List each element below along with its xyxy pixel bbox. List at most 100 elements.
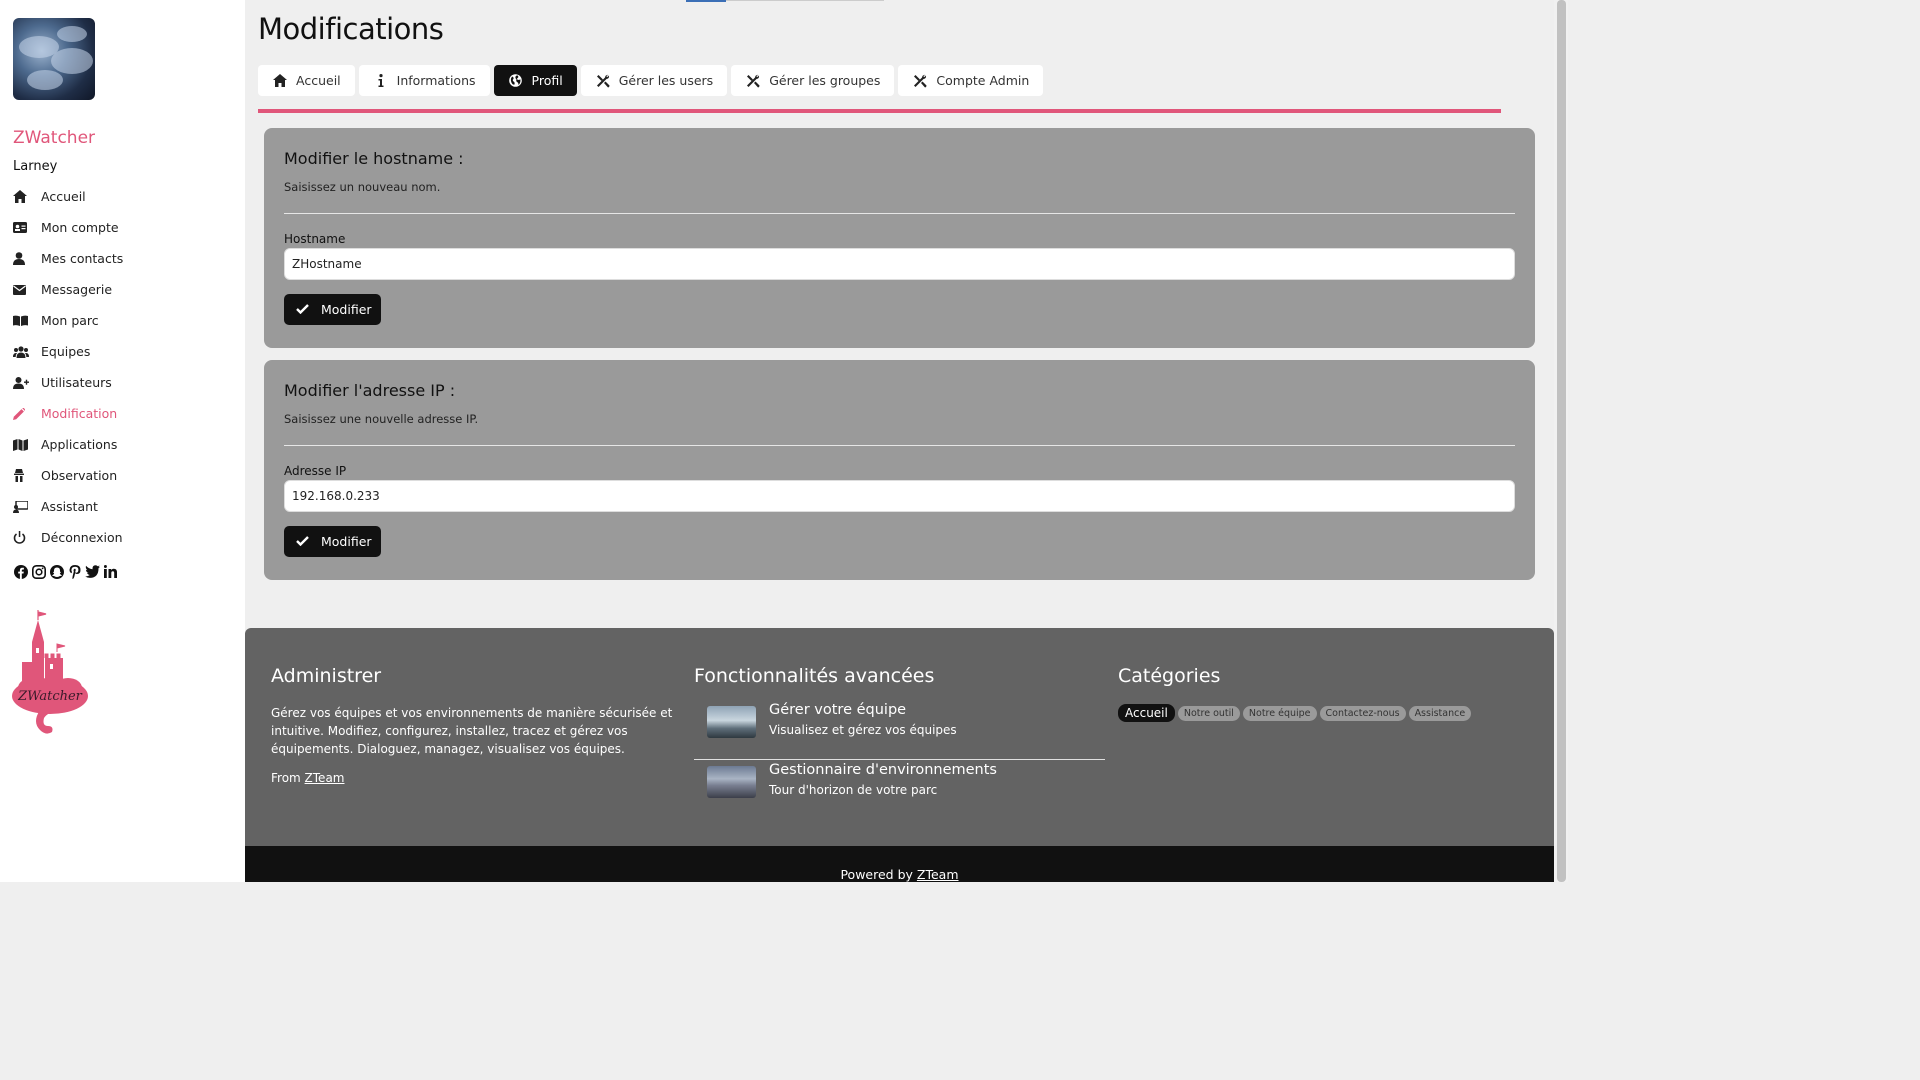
brand-name[interactable]: ZWatcher (13, 128, 95, 148)
id-card-icon (13, 222, 41, 233)
sidebar-item-mes-contacts[interactable]: Mes contacts (13, 243, 233, 274)
username: Larney (13, 159, 58, 174)
facebook-icon[interactable] (13, 564, 28, 579)
sidebar-item-label: Déconnexion (41, 530, 123, 545)
zwatcher-logo: ZWatcher (10, 610, 90, 740)
sidebar-nav: Accueil Mon compte Mes contacts Messager… (13, 181, 233, 553)
tab-label: Accueil (296, 73, 341, 88)
powered-by-bar: Powered by ZTeam (245, 846, 1554, 882)
tab-underline (258, 109, 1501, 113)
user-icon (13, 252, 41, 265)
divider (284, 213, 1515, 214)
footer-zteam-link[interactable]: ZTeam (305, 771, 345, 785)
ip-card-subtitle: Saisissez une nouvelle adresse IP. (284, 412, 479, 426)
sidebar-item-label: Observation (41, 468, 118, 483)
home-icon (13, 190, 41, 203)
tab-profil[interactable]: Profil (493, 65, 577, 96)
divider (284, 445, 1515, 446)
avatar[interactable] (13, 18, 95, 100)
tab-gerer-groupes[interactable]: Gérer les groupes (731, 65, 895, 96)
map-icon (13, 438, 41, 451)
footer-admin-description: Gérez vos équipes et vos environnements … (271, 706, 673, 756)
button-label: Modifier (321, 534, 372, 549)
category-badge[interactable]: Notre outil (1177, 705, 1240, 721)
category-badges: Accueil Notre outil Notre équipe Contact… (1118, 704, 1472, 722)
linkedin-icon[interactable] (103, 564, 118, 579)
social-links (13, 564, 118, 579)
ip-card: Modifier l'adresse IP : Saisissez une no… (264, 360, 1535, 580)
tab-label: Gérer les users (618, 73, 714, 88)
sidebar-item-label: Mes contacts (41, 251, 124, 266)
tab-informations[interactable]: Informations (358, 65, 490, 96)
assistant-icon (13, 500, 41, 513)
sidebar-item-utilisateurs[interactable]: Utilisateurs (13, 367, 233, 398)
category-badge[interactable]: Assistance (1408, 705, 1472, 721)
from-prefix: From (271, 771, 305, 785)
svg-text:ZWatcher: ZWatcher (17, 689, 83, 704)
feature-subtitle: Tour d'horizon de votre parc (769, 783, 938, 797)
sidebar-item-label: Applications (41, 437, 118, 452)
feature-title: Gestionnaire d'environnements (769, 762, 997, 778)
sidebar-item-observation[interactable]: Observation (13, 460, 233, 491)
hostname-card-title: Modifier le hostname : (284, 149, 464, 168)
info-icon (373, 74, 389, 87)
divider (694, 759, 1105, 760)
sidebar-item-applications[interactable]: Applications (13, 429, 233, 460)
sidebar-item-label: Mon compte (41, 220, 119, 235)
sidebar-item-assistant[interactable]: Assistant (13, 491, 233, 522)
home-icon (272, 74, 288, 87)
sidebar-item-label: Accueil (41, 189, 86, 204)
ip-modify-button[interactable]: Modifier (284, 526, 381, 557)
sidebar-item-label: Equipes (41, 344, 91, 359)
sidebar-item-label: Messagerie (41, 282, 113, 297)
check-icon (296, 302, 309, 317)
twitter-icon[interactable] (85, 564, 100, 579)
powered-by-link[interactable]: ZTeam (917, 867, 959, 882)
check-icon (296, 534, 309, 549)
observation-icon (13, 469, 41, 482)
globe-icon (508, 74, 524, 87)
tab-compte-admin[interactable]: Compte Admin (898, 65, 1044, 96)
sidebar-item-deconnexion[interactable]: Déconnexion (13, 522, 233, 553)
tools-icon (595, 74, 611, 88)
tab-bar: Accueil Informations Profil Gérer les us… (258, 65, 1044, 96)
power-icon (13, 531, 41, 544)
instagram-icon[interactable] (31, 564, 46, 579)
ip-input[interactable] (284, 480, 1515, 512)
hostname-modify-button[interactable]: Modifier (284, 294, 381, 325)
hostname-input[interactable] (284, 248, 1515, 280)
sidebar-item-modification[interactable]: Modification (13, 398, 233, 429)
book-icon (13, 315, 41, 326)
tab-gerer-users[interactable]: Gérer les users (580, 65, 728, 96)
powered-by-prefix: Powered by (840, 867, 917, 882)
tab-label: Informations (396, 73, 476, 88)
scrollbar-thumb[interactable] (1557, 0, 1566, 882)
category-badge[interactable]: Contactez-nous (1319, 705, 1406, 721)
category-badge[interactable]: Accueil (1118, 704, 1175, 722)
sidebar-item-mon-parc[interactable]: Mon parc (13, 305, 233, 336)
tools-icon (745, 74, 761, 88)
button-label: Modifier (321, 302, 372, 317)
user-plus-icon (13, 376, 41, 389)
ip-label: Adresse IP (284, 464, 347, 478)
sidebar-item-label: Mon parc (41, 313, 99, 328)
tab-label: Gérer les groupes (769, 73, 881, 88)
sidebar-item-messagerie[interactable]: Messagerie (13, 274, 233, 305)
feature-subtitle: Visualisez et gérez vos équipes (769, 723, 957, 737)
footer: Administrer Gérez vos équipes et vos env… (245, 628, 1554, 846)
snapchat-icon[interactable] (49, 564, 64, 579)
sidebar-item-equipes[interactable]: Equipes (13, 336, 233, 367)
footer-categories-title: Catégories (1118, 665, 1221, 687)
footer-admin-title: Administrer (271, 665, 382, 687)
pinterest-icon[interactable] (67, 564, 82, 579)
tools-icon (912, 74, 928, 88)
feature-thumbnail (707, 766, 756, 798)
top-progress-indicator (686, 0, 726, 2)
feature-title: Gérer votre équipe (769, 702, 907, 718)
sidebar-item-mon-compte[interactable]: Mon compte (13, 212, 233, 243)
category-badge[interactable]: Notre équipe (1242, 705, 1317, 721)
sidebar-item-accueil[interactable]: Accueil (13, 181, 233, 212)
page-title: Modifications (258, 12, 444, 46)
tab-accueil[interactable]: Accueil (258, 65, 355, 96)
tab-label: Compte Admin (936, 73, 1030, 88)
